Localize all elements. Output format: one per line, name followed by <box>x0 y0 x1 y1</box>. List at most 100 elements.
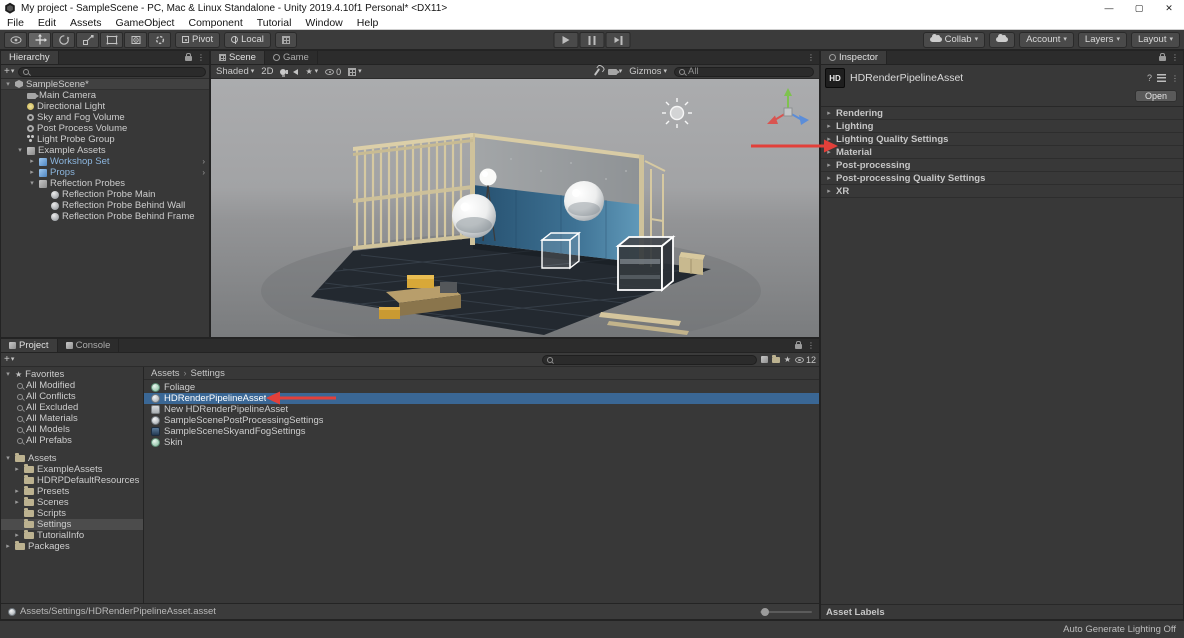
hierarchy-scene-row[interactable]: ▾ SampleScene* <box>1 79 209 90</box>
pivot-toggle[interactable]: Pivot <box>175 32 220 48</box>
inspector-section-lighting-quality-settings[interactable]: ▸Lighting Quality Settings <box>821 133 1183 146</box>
search-by-label-button[interactable] <box>772 357 780 363</box>
lock-icon[interactable] <box>1159 56 1166 61</box>
lock-icon[interactable] <box>795 344 802 349</box>
foldout-closed-icon[interactable]: ▸ <box>13 532 21 539</box>
menu-help[interactable]: Help <box>350 16 386 29</box>
custom-tool-button[interactable] <box>148 32 171 48</box>
favorite-all-conflicts[interactable]: All Conflicts <box>1 391 143 402</box>
menu-assets[interactable]: Assets <box>63 16 109 29</box>
hierarchy-search-input[interactable] <box>18 67 206 77</box>
inspector-section-xr[interactable]: ▸XR <box>821 185 1183 198</box>
auto-generate-lighting-toggle[interactable]: Auto Generate Lighting Off <box>1063 624 1176 635</box>
project-folder-scenes[interactable]: ▸Scenes <box>1 497 143 508</box>
favorite-all-excluded[interactable]: All Excluded <box>1 402 143 413</box>
scene-audio-toggle[interactable] <box>293 69 298 75</box>
inspector-section-lighting[interactable]: ▸Lighting <box>821 120 1183 133</box>
close-button[interactable]: ✕ <box>1154 0 1184 16</box>
hierarchy-item-reflection-probes[interactable]: ▾Reflection Probes <box>1 178 209 189</box>
menu-component[interactable]: Component <box>181 16 249 29</box>
grid-snap-button[interactable] <box>275 32 297 48</box>
project-folder-tutorialinfo[interactable]: ▸TutorialInfo <box>1 530 143 541</box>
foldout-closed-icon[interactable]: ▸ <box>13 488 21 495</box>
open-asset-button[interactable]: Open <box>1135 90 1177 102</box>
prefab-open-icon[interactable]: › <box>202 157 205 166</box>
foldout-closed-icon[interactable]: ▸ <box>825 110 833 117</box>
project-folder-hdrpdefaultresources[interactable]: ▸HDRPDefaultResources <box>1 475 143 486</box>
view-tool-button[interactable] <box>4 32 27 48</box>
maximize-button[interactable]: ▢ <box>1124 0 1154 16</box>
hierarchy-item-reflection-probe-behind-frame[interactable]: ▸Reflection Probe Behind Frame <box>1 211 209 222</box>
file-hdrenderpipelineasset[interactable]: HDRenderPipelineAsset <box>144 393 819 404</box>
help-icon[interactable]: ? <box>1147 73 1152 83</box>
foldout-closed-icon[interactable]: ▸ <box>825 149 833 156</box>
foldout-closed-icon[interactable]: ▸ <box>825 175 833 182</box>
project-folder-exampleassets[interactable]: ▸ExampleAssets <box>1 464 143 475</box>
toggle-2d-button[interactable]: 2D <box>261 66 273 77</box>
foldout-closed-icon[interactable]: ▸ <box>28 158 36 165</box>
foldout-closed-icon[interactable]: ▸ <box>825 188 833 195</box>
inspector-section-post-processing[interactable]: ▸Post-processing <box>821 159 1183 172</box>
project-search-input[interactable] <box>542 355 757 365</box>
menu-tutorial[interactable]: Tutorial <box>250 16 299 29</box>
step-button[interactable] <box>606 32 631 48</box>
project-folder-settings[interactable]: ▸Settings <box>1 519 143 530</box>
file-samplescenepostprocessingsettings[interactable]: SampleScenePostProcessingSettings <box>144 415 819 426</box>
play-button[interactable] <box>554 32 579 48</box>
project-folder-presets[interactable]: ▸Presets <box>1 486 143 497</box>
favorite-all-models[interactable]: All Models <box>1 424 143 435</box>
hierarchy-item-main-camera[interactable]: ▸Main Camera <box>1 90 209 101</box>
kebab-menu-icon[interactable]: ⋮ <box>807 341 815 350</box>
foldout-open-icon[interactable]: ▾ <box>4 455 12 462</box>
inspector-section-post-processing-quality-settings[interactable]: ▸Post-processing Quality Settings <box>821 172 1183 185</box>
foldout-open-icon[interactable]: ▾ <box>16 147 24 154</box>
foldout-open-icon[interactable]: ▾ <box>28 180 36 187</box>
foldout-closed-icon[interactable]: ▸ <box>825 123 833 130</box>
scene-viewport[interactable] <box>211 79 819 337</box>
slider-knob[interactable] <box>761 608 769 616</box>
prefab-open-icon[interactable]: › <box>202 168 205 177</box>
draw-mode-dropdown[interactable]: Shaded▾ <box>216 66 254 77</box>
layout-dropdown[interactable]: Layout▾ <box>1131 32 1180 48</box>
inspector-section-material[interactable]: ▸Material <box>821 146 1183 159</box>
foldout-closed-icon[interactable]: ▸ <box>4 543 12 550</box>
kebab-menu-icon[interactable]: ⋮ <box>197 53 205 62</box>
account-dropdown[interactable]: Account▾ <box>1019 32 1074 48</box>
hidden-packages-toggle[interactable]: 12 <box>795 355 816 365</box>
scale-tool-button[interactable] <box>76 32 99 48</box>
breadcrumb-settings[interactable]: Settings <box>191 368 225 379</box>
foldout-closed-icon[interactable]: ▸ <box>28 169 36 176</box>
hierarchy-item-example-assets[interactable]: ▾Example Assets <box>1 145 209 156</box>
tab-console[interactable]: Console <box>58 339 120 352</box>
scene-effects-dropdown[interactable]: ★▾ <box>305 68 318 76</box>
scene-visibility-toggle[interactable]: 0 <box>325 67 341 77</box>
menu-gameobject[interactable]: GameObject <box>109 16 182 29</box>
hierarchy-item-workshop-set[interactable]: ▸Workshop Set› <box>1 156 209 167</box>
favorite-all-modified[interactable]: All Modified <box>1 380 143 391</box>
scene-camera-dropdown[interactable]: ▾ <box>608 68 623 75</box>
hierarchy-item-light-probe-group[interactable]: ▸Light Probe Group <box>1 134 209 145</box>
menu-file[interactable]: File <box>0 16 31 29</box>
project-create-button[interactable]: +▾ <box>4 354 14 365</box>
move-tool-button[interactable] <box>28 32 51 48</box>
rect-tool-button[interactable] <box>100 32 123 48</box>
menu-window[interactable]: Window <box>298 16 349 29</box>
save-search-button[interactable]: ★ <box>784 356 791 364</box>
project-folder-scripts[interactable]: ▸Scripts <box>1 508 143 519</box>
tab-inspector[interactable]: Inspector <box>821 51 887 64</box>
foldout-closed-icon[interactable]: ▸ <box>825 162 833 169</box>
tab-hierarchy[interactable]: Hierarchy <box>1 51 59 64</box>
hierarchy-item-directional-light[interactable]: ▸Directional Light <box>1 101 209 112</box>
minimize-button[interactable]: — <box>1094 0 1124 16</box>
file-foliage[interactable]: Foliage <box>144 382 819 393</box>
grid-settings-dropdown[interactable]: ▾ <box>348 68 362 76</box>
tab-scene[interactable]: Scene <box>211 51 265 64</box>
foldout-closed-icon[interactable]: ▸ <box>13 499 21 506</box>
thumbnail-zoom-slider[interactable] <box>760 604 812 619</box>
presets-icon[interactable] <box>1157 74 1166 82</box>
scene-search-input[interactable]: All <box>674 67 814 77</box>
hierarchy-item-sky-fog-volume[interactable]: ▸Sky and Fog Volume <box>1 112 209 123</box>
tab-project[interactable]: Project <box>1 339 58 352</box>
kebab-menu-icon[interactable]: ⋮ <box>1171 74 1179 83</box>
kebab-menu-icon[interactable]: ⋮ <box>1171 53 1179 62</box>
